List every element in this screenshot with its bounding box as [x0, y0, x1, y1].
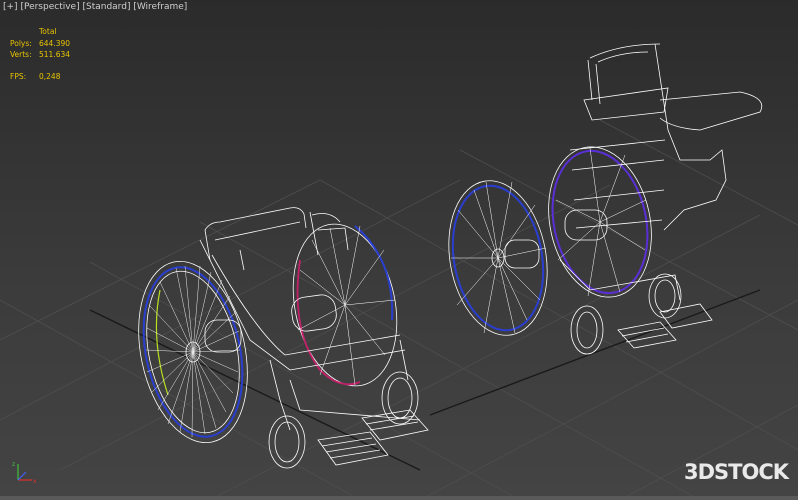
axis-gizmo-icon: x z [12, 461, 37, 485]
polys-value: 644.390 [39, 38, 71, 48]
polys-label: Polys: [10, 38, 32, 48]
right-near-wheel [548, 146, 652, 298]
timeline-strip[interactable] [0, 496, 798, 500]
left-rear-wheel [138, 260, 248, 444]
verts-value: 511.634 [39, 50, 71, 59]
fps-label: FPS: [10, 71, 27, 81]
fps-value: 0,248 [39, 71, 61, 81]
ground-grid [0, 119, 798, 500]
viewport-labels: [+] [Perspective] [Standard] [Wireframe] [3, 2, 187, 12]
perspective-viewport[interactable]: [+] [Perspective] [Standard] [Wireframe]… [0, 0, 798, 500]
right-far-wheel [448, 180, 548, 336]
verts-label: Verts: [10, 50, 32, 59]
wireframe-scene[interactable] [0, 0, 798, 500]
view-label-button[interactable]: [Perspective] [20, 2, 79, 12]
viewport-menu-button[interactable]: [+] [3, 2, 18, 12]
right-front-caster [570, 305, 604, 355]
svg-text:z: z [12, 461, 15, 468]
shading-label-button[interactable]: [Standard] [82, 2, 130, 12]
display-mode-button[interactable]: [Wireframe] [133, 2, 187, 12]
statistics-overlay: Total Polys: 644.390 Verts: 511.634 FPS:… [10, 26, 70, 82]
stats-header: Total [39, 27, 57, 36]
watermark-logo: 3DSTOCK [683, 460, 789, 484]
wheelchair-left [138, 207, 429, 469]
svg-text:x: x [33, 478, 37, 485]
